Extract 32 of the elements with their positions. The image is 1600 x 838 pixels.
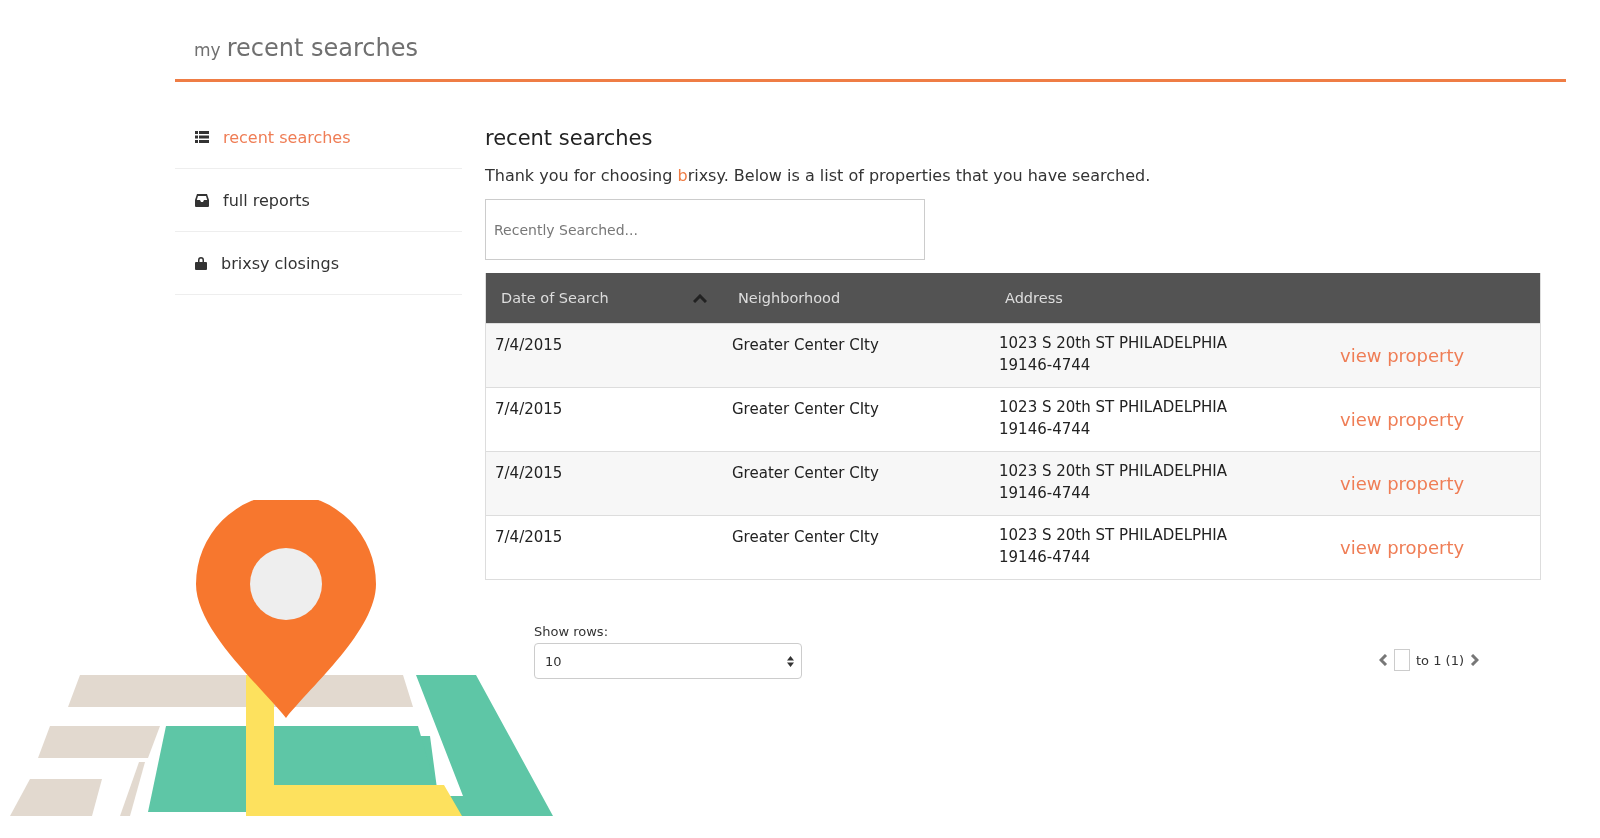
next-page-icon[interactable] [1470,654,1479,666]
show-rows-label: Show rows: [534,624,609,639]
stepper-arrows-icon [787,655,794,667]
lock-icon [195,256,207,270]
address-cell-text: 1023 S 20th ST PHILADELPHIA 19146-4744 [999,461,1229,504]
page-title: recent searches [226,34,418,62]
sidebar-item[interactable]: brixsy closings [175,232,462,295]
neighborhood-cell: Greater Center CIty [732,464,879,482]
address-cell-text: 1023 S 20th ST PHILADELPHIA 19146-4744 [999,333,1229,376]
date-cell: 7/4/2015 [495,400,563,418]
page-number-field[interactable] [1394,649,1410,671]
date-cell: 7/4/2015 [495,464,563,482]
neighborhood-cell: Greater Center CIty [732,400,879,418]
column-header[interactable]: Neighborhood [738,290,841,306]
address-cell-text: 1023 S 20th ST PHILADELPHIA 19146-4744 [999,525,1229,568]
rows-select[interactable]: 10 [534,643,802,679]
page-title-prefix: my [194,40,221,60]
date-cell: 7/4/2015 [495,336,563,354]
list-icon [195,131,209,143]
address-cell-text: 1023 S 20th ST PHILADELPHIA 19146-4744 [999,397,1229,440]
page-count-text: to 1 (1) [1416,652,1464,668]
section-heading: recent searches [485,126,654,150]
description-text: Thank you for choosing brixsy. Below is a list of properties that you have searched. [485,166,1152,185]
previous-page-icon[interactable] [1379,654,1388,666]
date-cell: 7/4/2015 [495,528,563,546]
neighborhood-cell: Greater Center CIty [732,528,879,546]
neighborhood-cell: Greater Center CIty [732,336,879,354]
search-field[interactable]: Recently Searched... [485,199,925,260]
sidebar-item[interactable]: full reports [175,169,462,232]
inbox-icon [195,193,209,207]
column-header[interactable]: Address [1005,290,1063,306]
column-header[interactable]: Date of Search [501,290,609,306]
